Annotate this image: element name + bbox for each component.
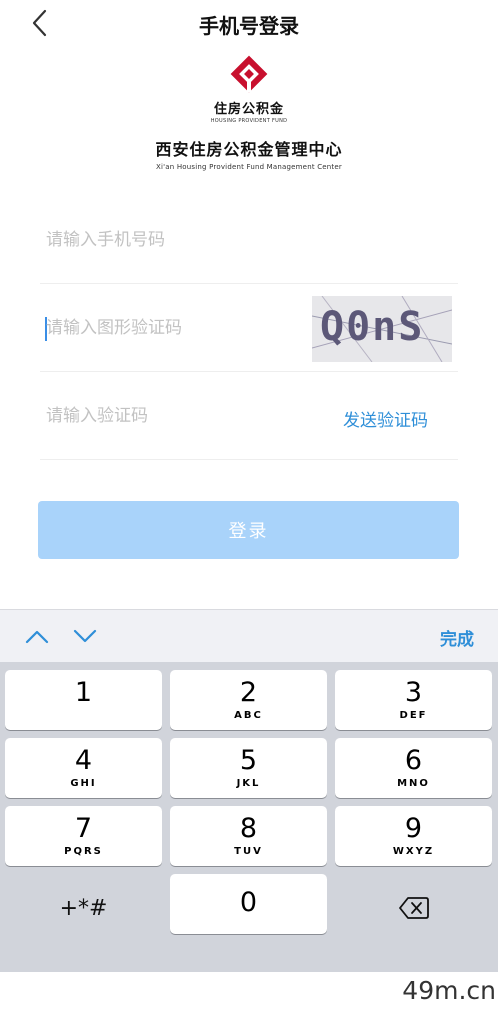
- delete-key[interactable]: [335, 879, 492, 939]
- key-3[interactable]: 3 DEF: [335, 670, 492, 730]
- key-letters: PQRS: [64, 846, 103, 857]
- key-4[interactable]: 4 GHI: [5, 738, 162, 798]
- captcha-field-row: Q0nS: [40, 284, 458, 372]
- key-digit: 5: [239, 745, 258, 776]
- key-7[interactable]: 7 PQRS: [5, 806, 162, 866]
- keyboard-toolbar: 完成: [0, 609, 498, 662]
- key-digit: 7: [74, 813, 93, 844]
- key-8[interactable]: 8 TUV: [170, 806, 327, 866]
- nav-bar: 手机号登录: [0, 0, 498, 46]
- key-0[interactable]: 0: [170, 874, 327, 934]
- housing-fund-logo-icon: [230, 55, 268, 93]
- symbols-key[interactable]: +*#: [5, 879, 162, 939]
- key-9[interactable]: 9 WXYZ: [335, 806, 492, 866]
- bottom-bar: 49m.cn: [0, 972, 498, 1012]
- key-letters: JKL: [236, 778, 261, 789]
- previous-field-button[interactable]: [25, 624, 49, 648]
- done-button[interactable]: 完成: [440, 625, 474, 650]
- organization-name-cn: 西安住房公积金管理中心: [155, 140, 343, 159]
- sms-code-field-row: 发送验证码: [40, 372, 458, 460]
- login-button[interactable]: 登录: [38, 501, 459, 559]
- key-letters: TUV: [234, 846, 263, 857]
- phone-field-row: [40, 196, 458, 284]
- captcha-image[interactable]: Q0nS: [312, 296, 452, 362]
- organization-name-en: Xi'an Housing Provident Fund Management …: [156, 163, 342, 171]
- watermark: 49m.cn: [402, 976, 496, 1005]
- key-digit: 1: [74, 677, 93, 708]
- key-letters: WXYZ: [392, 846, 435, 857]
- key-digit: 9: [404, 813, 423, 844]
- sms-code-input[interactable]: [46, 402, 296, 430]
- captcha-text: Q0nS: [320, 304, 425, 350]
- next-field-button[interactable]: [73, 624, 97, 648]
- key-6[interactable]: 6 MNO: [335, 738, 492, 798]
- chevron-down-icon: [73, 629, 97, 643]
- captcha-input[interactable]: [46, 314, 296, 342]
- key-digit: 8: [239, 813, 258, 844]
- logo-text-en: HOUSING PROVIDENT FUND: [210, 118, 288, 124]
- key-5[interactable]: 5 JKL: [170, 738, 327, 798]
- key-digit: 0: [239, 887, 258, 918]
- key-2[interactable]: 2 ABC: [170, 670, 327, 730]
- key-digit: 3: [404, 677, 423, 708]
- numeric-keypad: 1 2 ABC 3 DEF 4 GHI 5 JKL 6 MNO 7 PQRS 8…: [0, 662, 498, 972]
- chevron-up-icon: [25, 630, 49, 644]
- send-code-button[interactable]: 发送验证码: [343, 406, 428, 431]
- key-letters: MNO: [397, 778, 430, 789]
- key-letters: DEF: [399, 710, 428, 721]
- key-1[interactable]: 1: [5, 670, 162, 730]
- page-title: 手机号登录: [199, 14, 299, 38]
- logo-text-cn: 住房公积金: [213, 102, 284, 117]
- key-digit: 2: [239, 677, 258, 708]
- brand-header: 住房公积金 HOUSING PROVIDENT FUND 西安住房公积金管理中心…: [0, 52, 498, 171]
- key-letters: ABC: [234, 710, 263, 721]
- phone-input[interactable]: [46, 226, 296, 254]
- backspace-icon: [399, 897, 429, 919]
- key-letters: GHI: [70, 778, 97, 789]
- key-digit: 4: [74, 745, 93, 776]
- key-digit: 6: [404, 745, 423, 776]
